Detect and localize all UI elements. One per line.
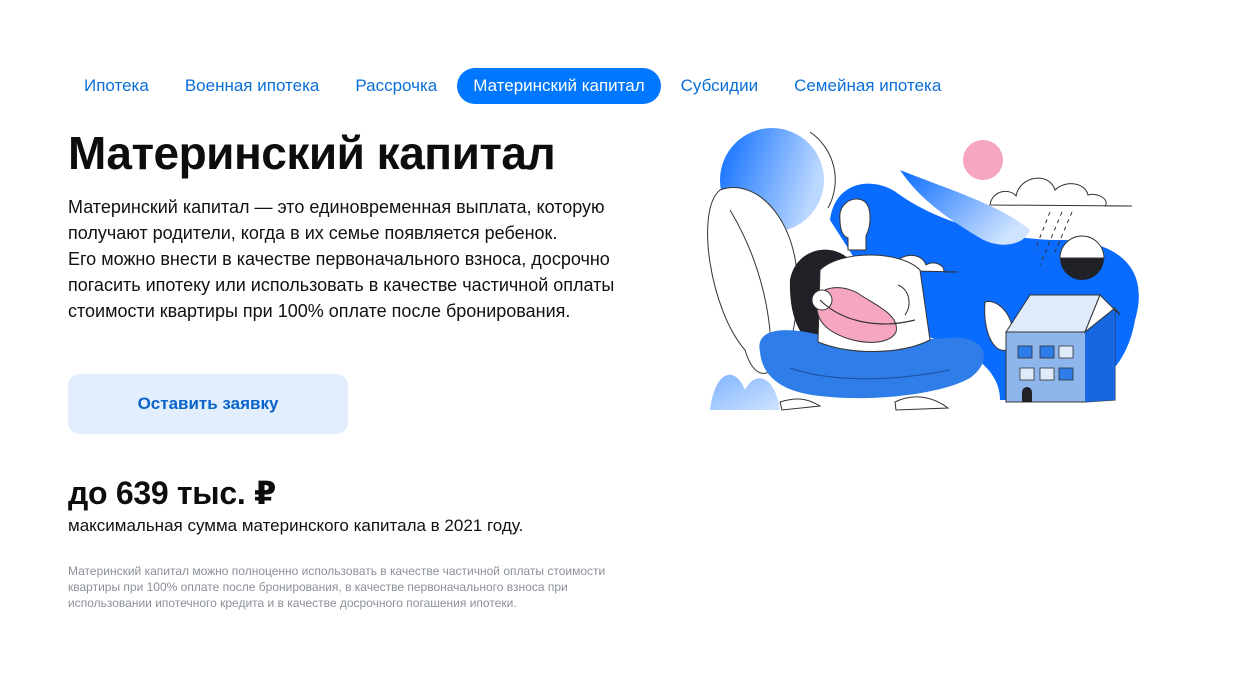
tab-military-mortgage[interactable]: Военная ипотека	[169, 68, 336, 104]
submit-application-button[interactable]: Оставить заявку	[68, 374, 348, 434]
tab-installment[interactable]: Рассрочка	[339, 68, 453, 104]
tab-mortgage[interactable]: Ипотека	[68, 68, 165, 104]
cloud-icon	[989, 177, 1133, 207]
max-amount-caption: максимальная сумма материнского капитала…	[68, 516, 524, 535]
description: Материнский капитал — это единовременная…	[68, 194, 628, 324]
footnote: Материнский капитал можно полноценно исп…	[68, 564, 606, 610]
page-title: Материнский капитал	[68, 127, 556, 179]
description-paragraph-1: Материнский капитал — это единовременная…	[68, 197, 605, 243]
tab-maternity-capital[interactable]: Материнский капитал	[457, 68, 661, 104]
page: Ипотека Военная ипотека Рассрочка Матери…	[0, 0, 1260, 700]
max-amount: до 639 тыс. ₽	[68, 475, 276, 511]
tab-family-mortgage[interactable]: Семейная ипотека	[778, 68, 957, 104]
tab-subsidies[interactable]: Субсидии	[665, 68, 774, 104]
house-icon	[1005, 294, 1121, 403]
description-paragraph-2: Его можно внести в качестве первоначальн…	[68, 249, 615, 321]
bush-shape	[710, 374, 780, 410]
pink-circle-top	[963, 140, 1003, 180]
product-tabs: Ипотека Военная ипотека Рассрочка Матери…	[68, 68, 957, 104]
mother-with-baby-house-illustration	[707, 128, 1139, 411]
